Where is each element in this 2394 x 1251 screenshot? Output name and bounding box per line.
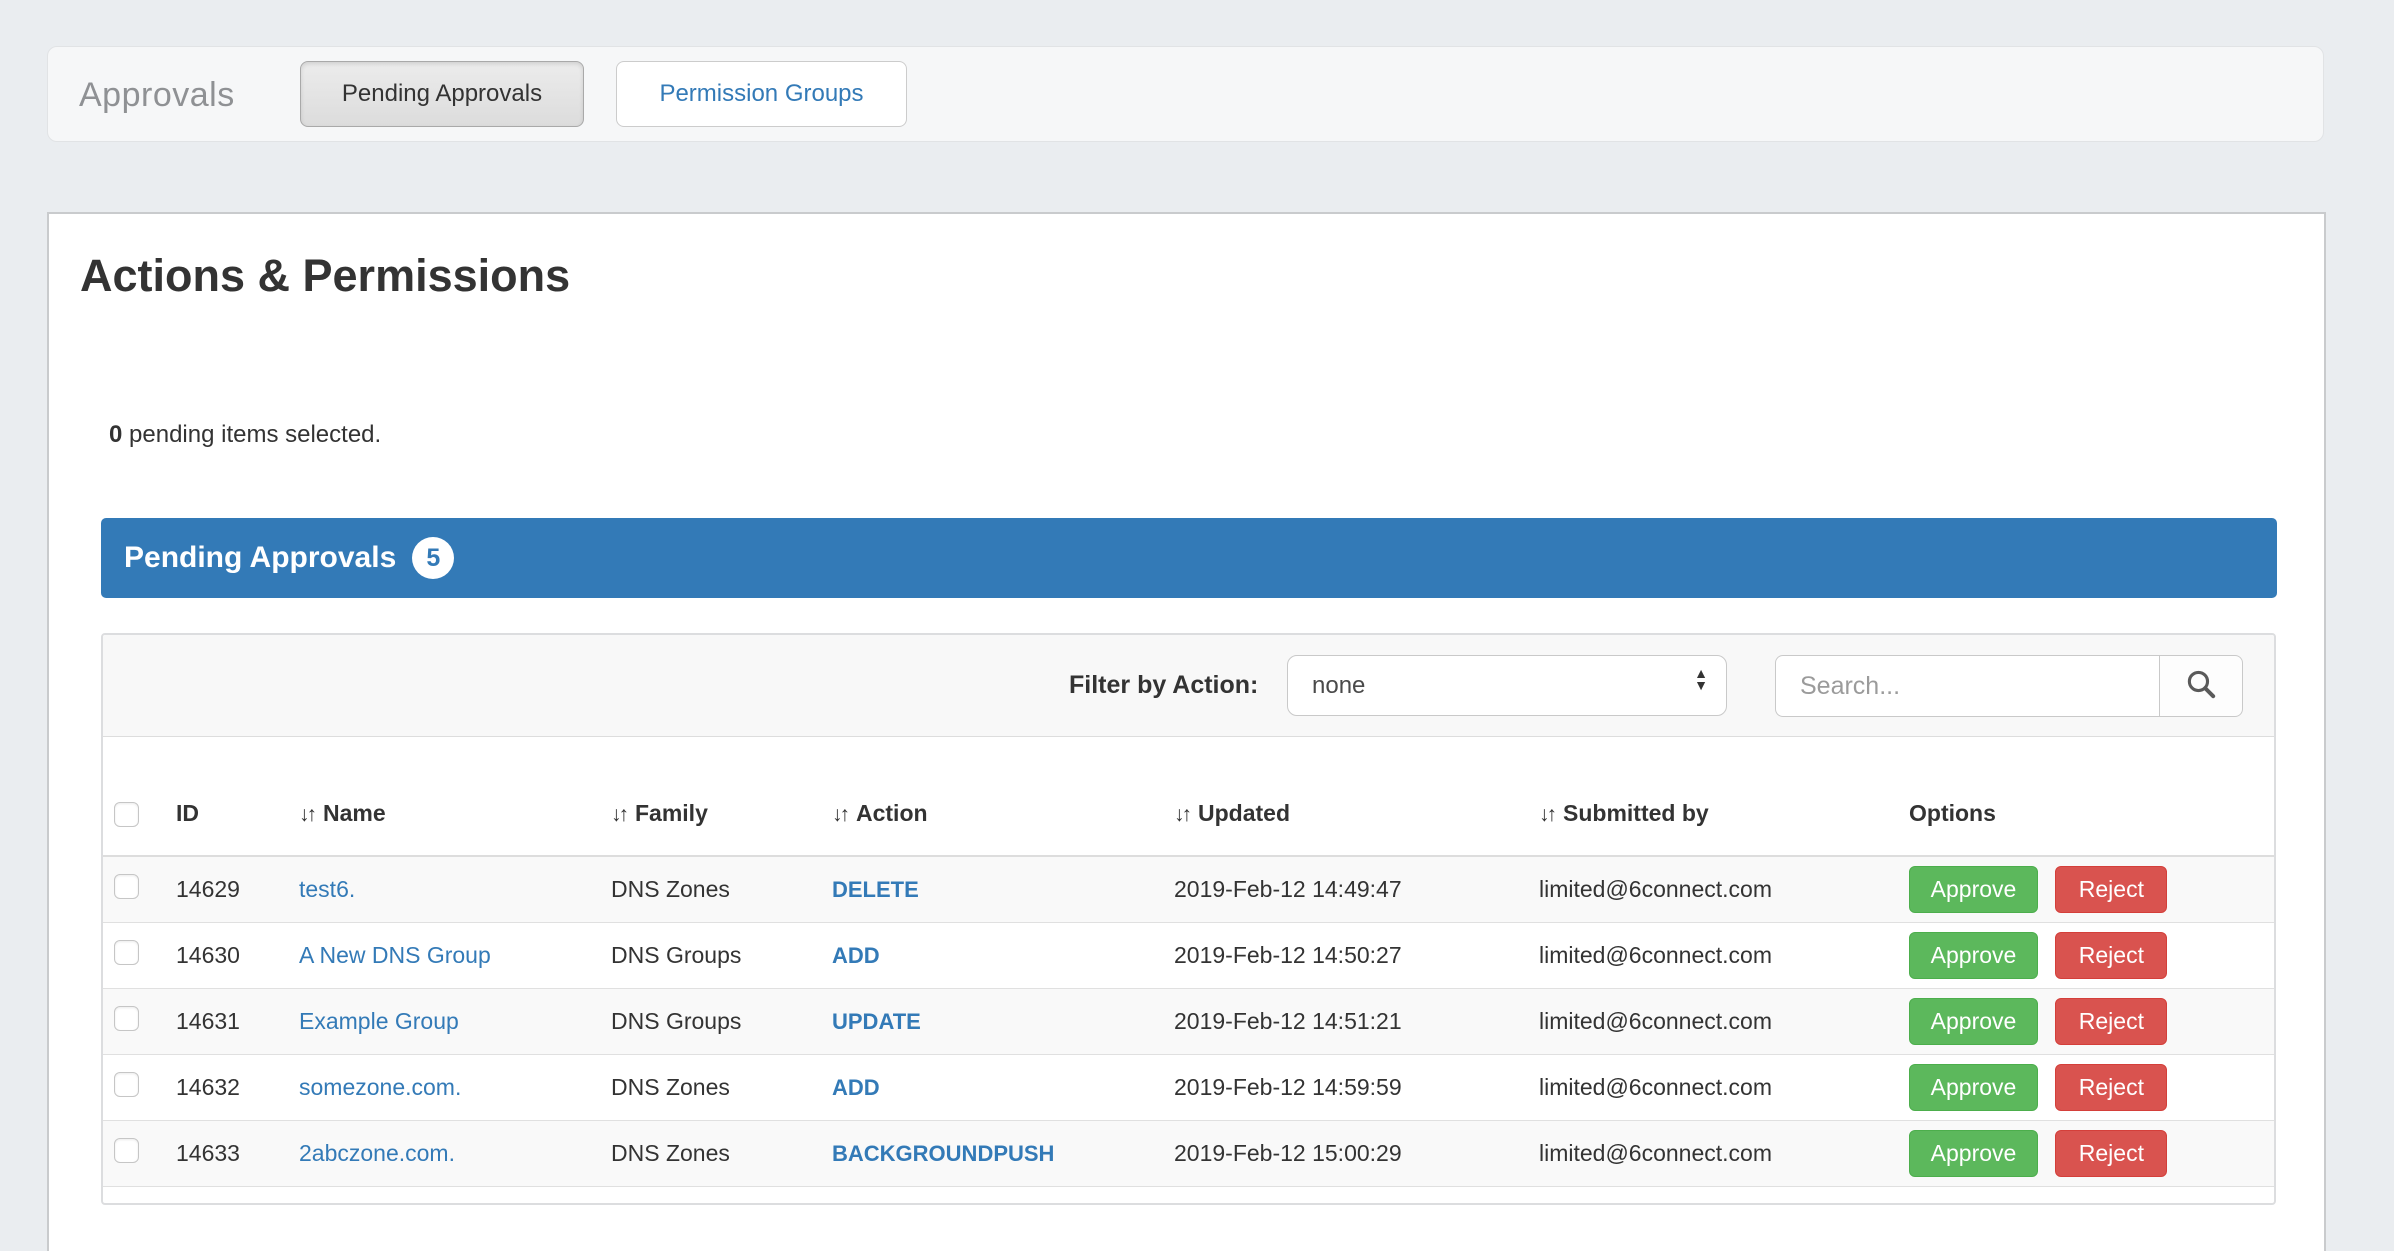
approve-button[interactable]: Approve xyxy=(1909,1064,2038,1111)
selected-count: 0 xyxy=(109,421,122,448)
filter-by-action-label: Filter by Action: xyxy=(1069,635,1258,735)
family-cell: DNS Zones xyxy=(599,876,820,903)
table-row: 14633 2abczone.com. DNS Zones BACKGROUND… xyxy=(103,1121,2274,1187)
reject-button[interactable]: Reject xyxy=(2055,1130,2167,1177)
id-cell: 14630 xyxy=(164,942,287,969)
approvals-table-container: Filter by Action: none ▲ ▼ xyxy=(101,633,2276,1205)
sort-icon[interactable]: ↓↑ xyxy=(832,803,847,827)
approvals-page: { "header_bar": { "title": "Approvals", … xyxy=(0,0,2394,1251)
column-header-name[interactable]: ↓↑ Name xyxy=(287,800,599,855)
approve-button[interactable]: Approve xyxy=(1909,932,2038,979)
chevron-updown-icon: ▲ ▼ xyxy=(1694,667,1708,691)
family-cell: DNS Zones xyxy=(599,1074,820,1101)
submitted-by-cell: limited@6connect.com xyxy=(1527,876,1897,903)
selected-text: pending items selected. xyxy=(122,421,381,448)
pending-approvals-title: Pending Approvals xyxy=(124,541,396,575)
name-link[interactable]: somezone.com. xyxy=(299,1074,461,1100)
action-link[interactable]: ADD xyxy=(832,1075,880,1100)
reject-button[interactable]: Reject xyxy=(2055,1064,2167,1111)
reject-button[interactable]: Reject xyxy=(2055,998,2167,1045)
row-checkbox[interactable] xyxy=(114,1072,139,1097)
id-cell: 14633 xyxy=(164,1140,287,1167)
top-tab-bar: Approvals Pending Approvals Permission G… xyxy=(47,46,2324,142)
family-cell: DNS Groups xyxy=(599,942,820,969)
column-label: Name xyxy=(323,800,386,827)
column-header-options: Options xyxy=(1897,800,2274,855)
table-row: 14632 somezone.com. DNS Zones ADD 2019-F… xyxy=(103,1055,2274,1121)
action-link[interactable]: ADD xyxy=(832,943,880,968)
table-row: 14629 test6. DNS Zones DELETE 2019-Feb-1… xyxy=(103,857,2274,923)
action-link[interactable]: UPDATE xyxy=(832,1009,921,1034)
sort-icon[interactable]: ↓↑ xyxy=(1539,803,1554,827)
column-label: Action xyxy=(856,800,928,827)
approve-button[interactable]: Approve xyxy=(1909,998,2038,1045)
sort-icon[interactable]: ↓↑ xyxy=(611,803,626,827)
updated-cell: 2019-Feb-12 14:59:59 xyxy=(1162,1074,1527,1101)
column-label: Updated xyxy=(1198,800,1290,827)
name-link[interactable]: A New DNS Group xyxy=(299,942,491,968)
name-link[interactable]: test6. xyxy=(299,876,355,902)
column-label: ID xyxy=(176,800,199,827)
updated-cell: 2019-Feb-12 14:51:21 xyxy=(1162,1008,1527,1035)
pending-count-badge: 5 xyxy=(412,537,454,579)
updated-cell: 2019-Feb-12 15:00:29 xyxy=(1162,1140,1527,1167)
filter-bar: Filter by Action: none ▲ ▼ xyxy=(103,635,2274,737)
search-input[interactable] xyxy=(1775,655,2159,717)
action-filter-select[interactable]: none ▲ ▼ xyxy=(1287,655,1727,716)
selection-summary: 0 pending items selected. xyxy=(109,421,381,449)
column-label: Family xyxy=(635,800,708,827)
updated-cell: 2019-Feb-12 14:50:27 xyxy=(1162,942,1527,969)
column-header-submitted-by[interactable]: ↓↑ Submitted by xyxy=(1527,800,1897,855)
submitted-by-cell: limited@6connect.com xyxy=(1527,1140,1897,1167)
submitted-by-cell: limited@6connect.com xyxy=(1527,1008,1897,1035)
reject-button[interactable]: Reject xyxy=(2055,866,2167,913)
column-header-updated[interactable]: ↓↑ Updated xyxy=(1162,800,1527,855)
action-link[interactable]: BACKGROUNDPUSH xyxy=(832,1141,1054,1166)
search-button[interactable] xyxy=(2159,655,2243,717)
column-header-id: ID xyxy=(164,800,287,855)
tab-pending-approvals[interactable]: Pending Approvals xyxy=(300,61,584,127)
table-row: 14631 Example Group DNS Groups UPDATE 20… xyxy=(103,989,2274,1055)
sort-icon[interactable]: ↓↑ xyxy=(299,803,314,827)
page-title: Actions & Permissions xyxy=(80,250,570,302)
column-label: Options xyxy=(1909,800,1996,827)
row-checkbox[interactable] xyxy=(114,874,139,899)
name-link[interactable]: 2abczone.com. xyxy=(299,1140,455,1166)
action-link[interactable]: DELETE xyxy=(832,877,919,902)
reject-button[interactable]: Reject xyxy=(2055,932,2167,979)
approve-button[interactable]: Approve xyxy=(1909,866,2038,913)
table-header-row: ID ↓↑ Name ↓↑ Family ↓↑ Action ↓↑ Update… xyxy=(103,737,2274,857)
id-cell: 14632 xyxy=(164,1074,287,1101)
updated-cell: 2019-Feb-12 14:49:47 xyxy=(1162,876,1527,903)
approve-button[interactable]: Approve xyxy=(1909,1130,2038,1177)
column-header-action[interactable]: ↓↑ Action xyxy=(820,800,1162,855)
row-checkbox[interactable] xyxy=(114,1138,139,1163)
name-link[interactable]: Example Group xyxy=(299,1008,459,1034)
pending-approvals-header: Pending Approvals 5 xyxy=(101,518,2277,598)
actions-permissions-panel: Actions & Permissions 0 pending items se… xyxy=(47,212,2326,1251)
id-cell: 14629 xyxy=(164,876,287,903)
search-icon xyxy=(2184,667,2218,706)
family-cell: DNS Groups xyxy=(599,1008,820,1035)
approvals-section-label: Approvals xyxy=(79,47,235,143)
sort-icon[interactable]: ↓↑ xyxy=(1174,803,1189,827)
submitted-by-cell: limited@6connect.com xyxy=(1527,942,1897,969)
id-cell: 14631 xyxy=(164,1008,287,1035)
chevron-down-icon: ▼ xyxy=(1694,679,1708,691)
tab-permission-groups[interactable]: Permission Groups xyxy=(616,61,907,127)
row-checkbox[interactable] xyxy=(114,1006,139,1031)
column-header-family[interactable]: ↓↑ Family xyxy=(599,800,820,855)
column-label: Submitted by xyxy=(1563,800,1709,827)
family-cell: DNS Zones xyxy=(599,1140,820,1167)
action-filter-value: none xyxy=(1312,672,1365,700)
select-all-checkbox[interactable] xyxy=(114,802,139,827)
table-row: 14630 A New DNS Group DNS Groups ADD 201… xyxy=(103,923,2274,989)
submitted-by-cell: limited@6connect.com xyxy=(1527,1074,1897,1101)
row-checkbox[interactable] xyxy=(114,940,139,965)
